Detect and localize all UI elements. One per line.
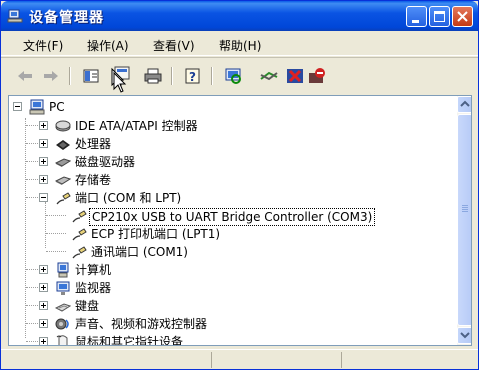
tree-item[interactable]: 处理器 bbox=[9, 135, 449, 153]
sound-icon bbox=[55, 318, 69, 330]
tree-item[interactable]: 键盘 bbox=[9, 297, 449, 315]
menu-view[interactable]: 查看(V) bbox=[153, 37, 195, 54]
toolbar-separator bbox=[69, 67, 71, 85]
menu-help[interactable]: 帮助(H) bbox=[219, 37, 261, 54]
ide-controller-icon bbox=[55, 120, 71, 132]
tree-root-row[interactable]: PC bbox=[9, 98, 449, 116]
maximize-button[interactable] bbox=[429, 6, 450, 27]
monitor-icon bbox=[56, 281, 70, 295]
port-icon bbox=[56, 192, 71, 205]
forward-arrow-icon[interactable] bbox=[41, 67, 61, 85]
close-icon bbox=[457, 11, 468, 22]
expand-toggle[interactable] bbox=[39, 175, 48, 184]
port-icon bbox=[72, 228, 87, 241]
scroll-down-button[interactable] bbox=[457, 327, 471, 344]
expand-toggle[interactable] bbox=[39, 139, 48, 148]
close-button[interactable] bbox=[452, 6, 473, 27]
tree-child-item[interactable]: CP210x USB to UART Bridge Controller (CO… bbox=[9, 207, 449, 226]
chevron-down-icon bbox=[460, 332, 470, 339]
expand-toggle[interactable] bbox=[39, 337, 48, 345]
selected-device-label: CP210x USB to UART Bridge Controller (CO… bbox=[89, 208, 376, 226]
status-cell bbox=[341, 352, 471, 368]
status-cell bbox=[211, 352, 341, 368]
tree-item[interactable]: IDE ATA/ATAPI 控制器 bbox=[9, 117, 449, 135]
storage-volume-icon bbox=[55, 176, 71, 185]
tree-item[interactable]: 计算机 bbox=[9, 261, 449, 279]
tree-child-item[interactable]: 通讯端口 (COM1) bbox=[9, 243, 449, 261]
mouse-cursor-icon bbox=[113, 72, 127, 93]
window-title: 设备管理器 bbox=[29, 10, 104, 26]
toolbar: ? bbox=[1, 57, 478, 93]
tree-item[interactable]: 鼠标和其它指针设备 bbox=[9, 333, 449, 345]
expand-toggle[interactable] bbox=[39, 265, 48, 274]
device-manager-icon bbox=[7, 9, 23, 23]
collapse-toggle[interactable] bbox=[39, 193, 48, 202]
computer-icon bbox=[29, 99, 45, 115]
show-hide-tree-icon[interactable] bbox=[81, 67, 101, 85]
device-manager-window: 设备管理器 文件(F) 操作(A) 查看(V) 帮助(H) ? PC IDE A… bbox=[0, 0, 479, 370]
back-arrow-icon[interactable] bbox=[15, 67, 35, 85]
update-driver-icon[interactable] bbox=[259, 67, 279, 85]
maximize-icon bbox=[434, 11, 445, 22]
help-icon[interactable]: ? bbox=[183, 67, 203, 85]
expand-toggle[interactable] bbox=[39, 301, 48, 310]
mouse-icon bbox=[56, 335, 68, 345]
scroll-up-button[interactable] bbox=[457, 96, 471, 113]
expand-toggle[interactable] bbox=[39, 121, 48, 130]
processor-icon bbox=[56, 140, 70, 150]
expand-toggle[interactable] bbox=[39, 283, 48, 292]
title-bar[interactable]: 设备管理器 bbox=[1, 1, 478, 31]
minimize-button[interactable] bbox=[406, 6, 427, 27]
menu-bar: 文件(F) 操作(A) 查看(V) 帮助(H) bbox=[1, 31, 478, 56]
svg-text:?: ? bbox=[189, 70, 196, 84]
disable-icon[interactable] bbox=[307, 67, 327, 85]
tree-item[interactable]: 声音、视频和游戏控制器 bbox=[9, 315, 449, 333]
computer-icon bbox=[57, 262, 69, 278]
print-icon[interactable] bbox=[143, 67, 163, 85]
tree-root-label: PC bbox=[49, 100, 65, 114]
port-icon bbox=[72, 246, 87, 259]
vertical-scrollbar[interactable] bbox=[457, 96, 471, 345]
toolbar-separator bbox=[211, 67, 213, 85]
disk-drive-icon bbox=[55, 158, 71, 167]
port-icon bbox=[72, 210, 87, 223]
tree-child-item[interactable]: ECP 打印机端口 (LPT1) bbox=[9, 225, 449, 243]
device-tree[interactable]: PC IDE ATA/ATAPI 控制器 处理器 磁盘驱动器 存储卷 端口 (C… bbox=[8, 95, 472, 346]
scan-hardware-icon[interactable] bbox=[223, 67, 243, 85]
toolbar-separator bbox=[171, 67, 173, 85]
expand-toggle[interactable] bbox=[39, 157, 48, 166]
tree-item[interactable]: 磁盘驱动器 bbox=[9, 153, 449, 171]
tree-item[interactable]: 监视器 bbox=[9, 279, 449, 297]
expand-toggle[interactable] bbox=[39, 319, 48, 328]
menu-action[interactable]: 操作(A) bbox=[87, 37, 129, 54]
tree-item[interactable]: 存储卷 bbox=[9, 171, 449, 189]
menu-file[interactable]: 文件(F) bbox=[23, 37, 63, 54]
minimize-icon bbox=[412, 20, 419, 23]
tree-item[interactable]: 端口 (COM 和 LPT) bbox=[9, 189, 449, 207]
collapse-toggle[interactable] bbox=[13, 102, 22, 111]
chevron-up-icon bbox=[460, 100, 470, 107]
status-bar bbox=[1, 349, 478, 369]
uninstall-icon[interactable] bbox=[285, 67, 305, 85]
scroll-thumb[interactable] bbox=[457, 114, 471, 326]
keyboard-icon bbox=[55, 303, 71, 312]
